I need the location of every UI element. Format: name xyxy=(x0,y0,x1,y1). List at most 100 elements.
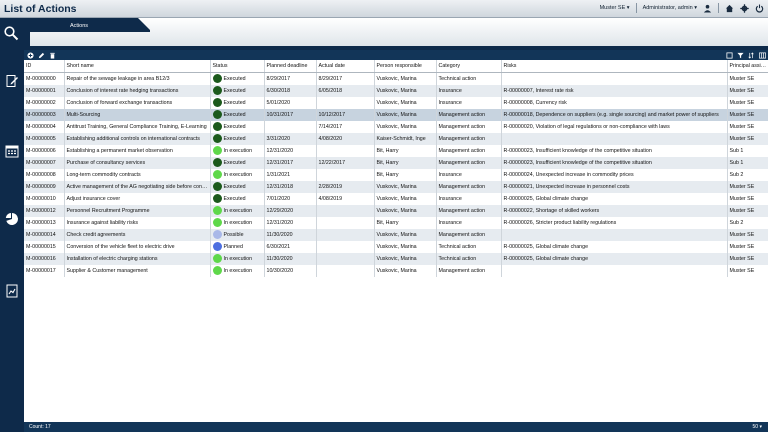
table-row[interactable]: M-00000009 Active management of the AG ne… xyxy=(24,180,768,193)
cell-status: Executed xyxy=(210,192,265,205)
status-dot-icon xyxy=(212,254,222,263)
cell-id: M-00000012 xyxy=(24,204,65,217)
column-header-principal[interactable]: Principal assignm xyxy=(727,60,768,73)
cell-id: M-00000004 xyxy=(24,120,65,133)
cell-risks: R-00000022, Shortage of skilled workers xyxy=(501,204,728,217)
cell-risks: R-00000021, Unexpected increase in perso… xyxy=(501,180,728,193)
table-row[interactable]: M-00000013 Insurance against liability ri… xyxy=(24,216,768,229)
status-label: Planned xyxy=(223,243,243,250)
column-header-status[interactable]: Status xyxy=(210,60,265,73)
column-header-actual-date[interactable]: Actual date xyxy=(316,60,375,73)
status-dot-icon xyxy=(212,206,222,215)
pie-chart-icon[interactable] xyxy=(5,212,19,226)
status-label: In execution xyxy=(223,255,253,262)
cell-actual xyxy=(316,252,375,265)
page-size-selector[interactable]: 50 ▾ xyxy=(753,424,762,430)
cell-risks: R-00000007, Interest rate risk xyxy=(501,84,728,97)
table-row[interactable]: M-00000014 Check credit agreements Possibl… xyxy=(24,228,768,241)
sort-icon[interactable] xyxy=(747,51,755,59)
table-header-row: ID Short name Status Planned deadline Ac… xyxy=(24,60,768,73)
table-row[interactable]: M-00000005 Establishing additional contro… xyxy=(24,132,768,145)
table-row[interactable]: M-00000007 Purchase of consultancy servic… xyxy=(24,156,768,169)
cell-category: Insurance xyxy=(436,168,502,181)
status-label: In execution xyxy=(223,267,253,274)
cell-actual: 8/29/2017 xyxy=(316,72,375,85)
status-indicator: Executed xyxy=(212,157,262,169)
status-indicator: Possible xyxy=(212,229,262,241)
table-row[interactable]: M-00000003 Multi-Sourcing Executed 10/31/20… xyxy=(24,108,768,121)
cell-short-name: Antitrust Training, General Compliance T… xyxy=(64,120,211,133)
table-row[interactable]: M-00000000 Repair of the sewage leakage i… xyxy=(24,72,768,85)
column-header-risks[interactable]: Risks xyxy=(501,60,728,73)
status-label: Executed xyxy=(223,111,246,118)
cell-category: Insurance xyxy=(436,84,502,97)
table-row[interactable]: M-00000016 Installation of electric charg… xyxy=(24,252,768,265)
status-dot-icon xyxy=(212,74,222,83)
status-indicator: In execution xyxy=(212,265,262,277)
cell-risks: R-00000025, Global climate change xyxy=(501,192,728,205)
status-dot-icon xyxy=(212,170,222,179)
status-indicator: In execution xyxy=(212,217,262,229)
table-row[interactable]: M-00000002 Conclusion of forward exchange… xyxy=(24,96,768,109)
status-label: Possible xyxy=(223,231,244,238)
cell-principal: Muster SE xyxy=(727,204,768,217)
table-row[interactable]: M-00000008 Long-term commodity contracts I… xyxy=(24,168,768,181)
cell-principal: Muster SE xyxy=(727,96,768,109)
cell-short-name: Long-term commodity contracts xyxy=(64,168,211,181)
export-icon[interactable] xyxy=(725,51,733,59)
title-bar: List of Actions Muster SE ▾ Administrato… xyxy=(0,0,768,18)
report-icon[interactable] xyxy=(5,284,19,298)
table-row[interactable]: M-00000012 Personnel Recruitment Programm… xyxy=(24,204,768,217)
table-row[interactable]: M-00000004 Antitrust Training, General Co… xyxy=(24,120,768,133)
edit-icon[interactable] xyxy=(37,51,45,59)
company-selector[interactable]: Muster SE ▾ xyxy=(600,5,630,11)
cell-id: M-00000006 xyxy=(24,144,65,157)
table-row[interactable]: M-00000010 Adjust insurance cover Executed… xyxy=(24,192,768,205)
record-count: Count: 17 xyxy=(29,424,51,430)
calendar-icon[interactable] xyxy=(5,144,19,158)
cell-status: In execution xyxy=(210,252,265,265)
column-header-short-name[interactable]: Short name xyxy=(64,60,211,73)
status-label: Executed xyxy=(223,123,246,130)
divider xyxy=(718,3,719,13)
column-header-category[interactable]: Category xyxy=(436,60,502,73)
cell-status: In execution xyxy=(210,204,265,217)
table-row[interactable]: M-00000017 Supplier & Customer management… xyxy=(24,264,768,277)
cell-planned xyxy=(264,120,317,133)
cell-status: Executed xyxy=(210,108,265,121)
column-header-person-responsible[interactable]: Person responsible xyxy=(374,60,437,73)
cell-person: Vuskovic, Marina xyxy=(374,240,437,253)
tab-actions[interactable]: Actions xyxy=(0,18,150,46)
cell-short-name: Purchase of consultancy services xyxy=(64,156,211,169)
column-header-planned-deadline[interactable]: Planned deadline xyxy=(264,60,317,73)
cell-category: Management action xyxy=(436,156,502,169)
cell-id: M-00000007 xyxy=(24,156,65,169)
power-icon[interactable] xyxy=(755,4,764,13)
status-label: In execution xyxy=(223,219,253,226)
filter-icon[interactable] xyxy=(736,51,744,59)
add-icon[interactable] xyxy=(26,51,34,59)
cell-risks: R-00000024, Unexpected increase in commo… xyxy=(501,168,728,181)
cell-person: Kaiser-Schmidt, Inge xyxy=(374,132,437,145)
cell-category: Management action xyxy=(436,120,502,133)
user-menu[interactable]: Administrator, admin ▾ xyxy=(643,5,697,11)
gear-icon[interactable] xyxy=(740,3,749,13)
table-row[interactable]: M-00000001 Conclusion of interest rate he… xyxy=(24,84,768,97)
columns-icon[interactable] xyxy=(758,51,766,59)
home-icon[interactable] xyxy=(725,4,734,13)
cell-person: Vuskovic, Marina xyxy=(374,84,437,97)
status-label: Executed xyxy=(223,87,246,94)
delete-icon[interactable] xyxy=(48,51,56,59)
cell-planned: 6/30/2018 xyxy=(264,84,317,97)
cell-principal: Muster SE xyxy=(727,132,768,145)
cell-id: M-00000002 xyxy=(24,96,65,109)
cell-planned: 10/31/2017 xyxy=(264,108,317,121)
column-header-id[interactable]: ID xyxy=(24,60,65,73)
cell-actual xyxy=(316,240,375,253)
edit-document-icon[interactable] xyxy=(5,74,19,88)
user-icon[interactable] xyxy=(703,4,712,13)
table-row[interactable]: M-00000006 Establishing a permanent marke… xyxy=(24,144,768,157)
table-row[interactable]: M-00000015 Conversion of the vehicle flee… xyxy=(24,240,768,253)
search-icon[interactable] xyxy=(3,25,19,41)
cell-id: M-00000010 xyxy=(24,192,65,205)
